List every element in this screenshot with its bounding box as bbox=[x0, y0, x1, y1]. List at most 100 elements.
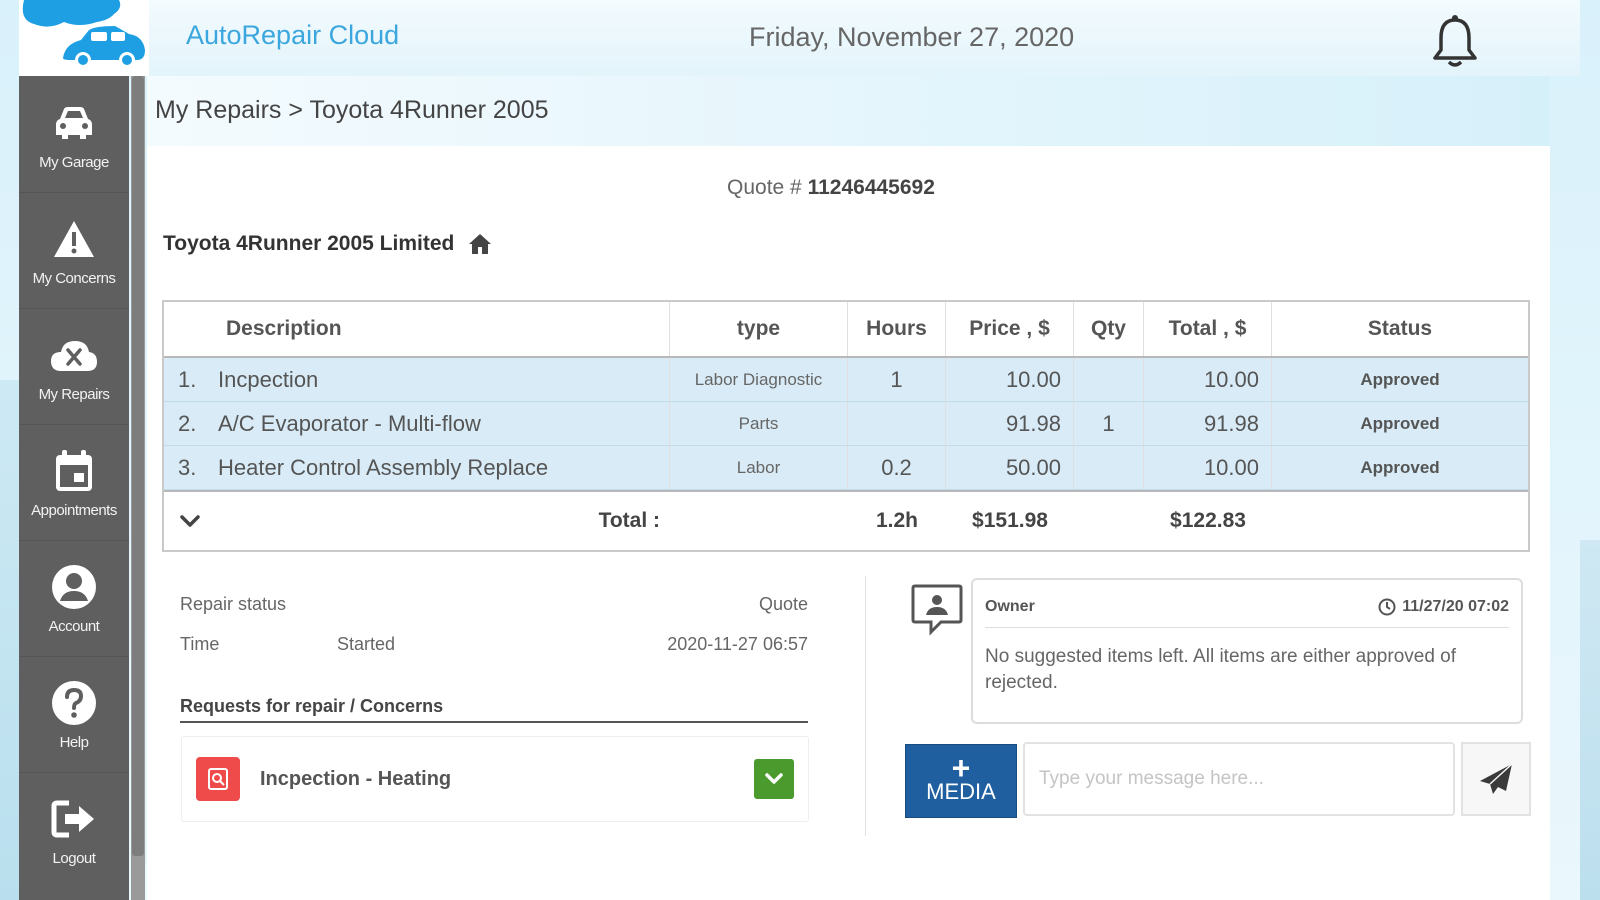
home-icon[interactable] bbox=[468, 232, 492, 256]
request-label: Incpection - Heating bbox=[260, 767, 452, 790]
sidebar-nav: My Garage My Concerns My Repairs Appoint… bbox=[19, 76, 129, 900]
row-number: 3. bbox=[178, 454, 197, 480]
time-state: Started bbox=[337, 634, 396, 654]
message-input[interactable] bbox=[1023, 742, 1455, 816]
sidebar-item-my-concerns[interactable]: My Concerns bbox=[19, 192, 129, 308]
user-icon bbox=[49, 562, 99, 612]
cell-price: 50.00 bbox=[946, 446, 1074, 489]
sidebar-item-my-repairs[interactable]: My Repairs bbox=[19, 308, 129, 424]
sidebar-item-appointments[interactable]: Appointments bbox=[19, 424, 129, 540]
table-header: Description type Hours Price , $ Qty Tot… bbox=[164, 302, 1528, 358]
cell-qty: 1 bbox=[1074, 402, 1144, 445]
sidebar-item-logout[interactable]: Logout bbox=[19, 772, 129, 888]
total-price: $151.98 bbox=[972, 509, 1048, 532]
table-footer-totals: Total : 1.2h $151.98 $122.83 bbox=[164, 490, 1528, 550]
description-text: Heater Control Assembly Replace bbox=[218, 454, 549, 480]
car-cloud-logo-icon bbox=[22, 0, 145, 68]
description-text: Incpection bbox=[218, 366, 319, 392]
chevron-down-icon bbox=[765, 773, 783, 784]
breadcrumb-bar: My Repairs > Toyota 4Runner 2005 bbox=[147, 76, 1550, 146]
repair-items-table: Description type Hours Price , $ Qty Tot… bbox=[162, 300, 1530, 552]
table-row[interactable]: 2. A/C Evaporator - Multi-flow Parts 91.9… bbox=[164, 402, 1528, 446]
column-header[interactable]: Price , $ bbox=[946, 302, 1074, 356]
sidebar-item-label: Appointments bbox=[31, 502, 117, 519]
repair-status-row: Repair status Quote bbox=[180, 594, 808, 634]
cell-hours bbox=[848, 402, 946, 445]
cell-price: 10.00 bbox=[946, 358, 1074, 401]
cell-type: Labor bbox=[670, 446, 848, 489]
request-item[interactable]: Incpection - Heating bbox=[181, 736, 809, 822]
time-label: Time bbox=[180, 634, 220, 654]
sidebar-item-label: My Concerns bbox=[32, 270, 116, 287]
row-number: 2. bbox=[178, 410, 197, 436]
message-header: Owner 11/27/20 07:02 bbox=[985, 598, 1509, 628]
inspection-icon bbox=[196, 757, 240, 801]
cell-status: Approved bbox=[1360, 369, 1440, 389]
sidebar-item-my-garage[interactable]: My Garage bbox=[19, 76, 129, 192]
column-header[interactable]: Hours bbox=[848, 302, 946, 356]
vehicle-name: Toyota 4Runner 2005 Limited bbox=[163, 232, 455, 255]
cell-price: 91.98 bbox=[946, 402, 1074, 445]
send-button[interactable] bbox=[1461, 742, 1531, 816]
cell-status: Approved bbox=[1360, 457, 1440, 477]
chat-message-bubble: Owner 11/27/20 07:02 No suggested items … bbox=[971, 578, 1523, 724]
time-value: 2020-11-27 06:57 bbox=[667, 634, 808, 654]
cell-hours: 1 bbox=[848, 358, 946, 401]
app-window: AutoRepair Cloud Friday, November 27, 20… bbox=[19, 0, 1580, 900]
paper-plane-icon bbox=[1480, 763, 1513, 794]
scrollbar-thumb[interactable] bbox=[132, 76, 144, 856]
row-number: 1. bbox=[178, 366, 197, 392]
clock-icon bbox=[1378, 598, 1396, 616]
repair-time-row: Time Started 2020-11-27 06:57 bbox=[180, 634, 808, 674]
column-header[interactable]: type bbox=[670, 302, 848, 356]
column-header[interactable]: Total , $ bbox=[1144, 302, 1272, 356]
add-media-button[interactable]: + MEDIA bbox=[905, 744, 1017, 818]
sidebar-item-account[interactable]: Account bbox=[19, 540, 129, 656]
cell-hours: 0.2 bbox=[848, 446, 946, 489]
cell-qty bbox=[1074, 446, 1144, 489]
sidebar-item-label: My Repairs bbox=[38, 386, 110, 403]
repair-status-label: Repair status bbox=[180, 594, 287, 614]
footer-empty-cell bbox=[670, 492, 848, 550]
column-header[interactable]: Qty bbox=[1074, 302, 1144, 356]
total-hours: 1.2h bbox=[875, 509, 919, 532]
vehicle-title: Toyota 4Runner 2005 Limited bbox=[163, 232, 492, 256]
repair-status-value: Quote bbox=[758, 594, 808, 614]
media-button-label: MEDIA bbox=[926, 779, 996, 804]
background-decoration-right bbox=[1580, 540, 1600, 900]
cell-total: 91.98 bbox=[1144, 402, 1272, 445]
expand-toggle-button[interactable] bbox=[754, 759, 794, 799]
total-amount: $122.83 bbox=[1170, 509, 1246, 532]
sidebar-item-label: My Garage bbox=[39, 153, 109, 171]
help-icon bbox=[49, 678, 99, 728]
sidebar-item-label: Account bbox=[48, 618, 100, 635]
plus-icon: + bbox=[951, 750, 971, 786]
cell-total: 10.00 bbox=[1144, 446, 1272, 489]
footer-empty-cell bbox=[1272, 492, 1528, 550]
sidebar-item-label: Logout bbox=[52, 850, 96, 867]
bell-icon[interactable] bbox=[1431, 12, 1479, 68]
repair-status-info: Repair status Quote Time Started 2020-11… bbox=[180, 594, 808, 674]
app-title: AutoRepair Cloud bbox=[186, 20, 400, 50]
footer-label-cell: Total : bbox=[164, 492, 670, 550]
breadcrumb[interactable]: My Repairs > Toyota 4Runner 2005 bbox=[155, 96, 549, 125]
cell-type: Labor Diagnostic bbox=[670, 358, 848, 401]
warning-icon bbox=[49, 214, 99, 264]
column-header[interactable]: Status bbox=[1272, 302, 1528, 356]
chevron-down-icon[interactable] bbox=[178, 509, 202, 533]
quote-number-line: Quote # 11246445692 bbox=[727, 176, 935, 200]
chat-person-icon bbox=[909, 582, 965, 638]
quote-label: Quote # bbox=[727, 176, 802, 199]
table-row[interactable]: 1. Incpection Labor Diagnostic 1 10.00 10… bbox=[164, 358, 1528, 402]
cell-status: Approved bbox=[1360, 413, 1440, 433]
current-date: Friday, November 27, 2020 bbox=[749, 22, 1075, 52]
column-divider bbox=[865, 576, 866, 836]
table-row[interactable]: 3. Heater Control Assembly Replace Labor … bbox=[164, 446, 1528, 490]
logout-icon bbox=[49, 794, 99, 844]
sidebar-item-help[interactable]: Help bbox=[19, 656, 129, 772]
column-header[interactable]: Description bbox=[164, 302, 670, 356]
app-logo[interactable] bbox=[19, 0, 149, 76]
cell-description: 3. Heater Control Assembly Replace bbox=[164, 446, 670, 489]
requests-section-title: Requests for repair / Concerns bbox=[180, 696, 808, 723]
footer-empty-cell bbox=[1074, 492, 1144, 550]
